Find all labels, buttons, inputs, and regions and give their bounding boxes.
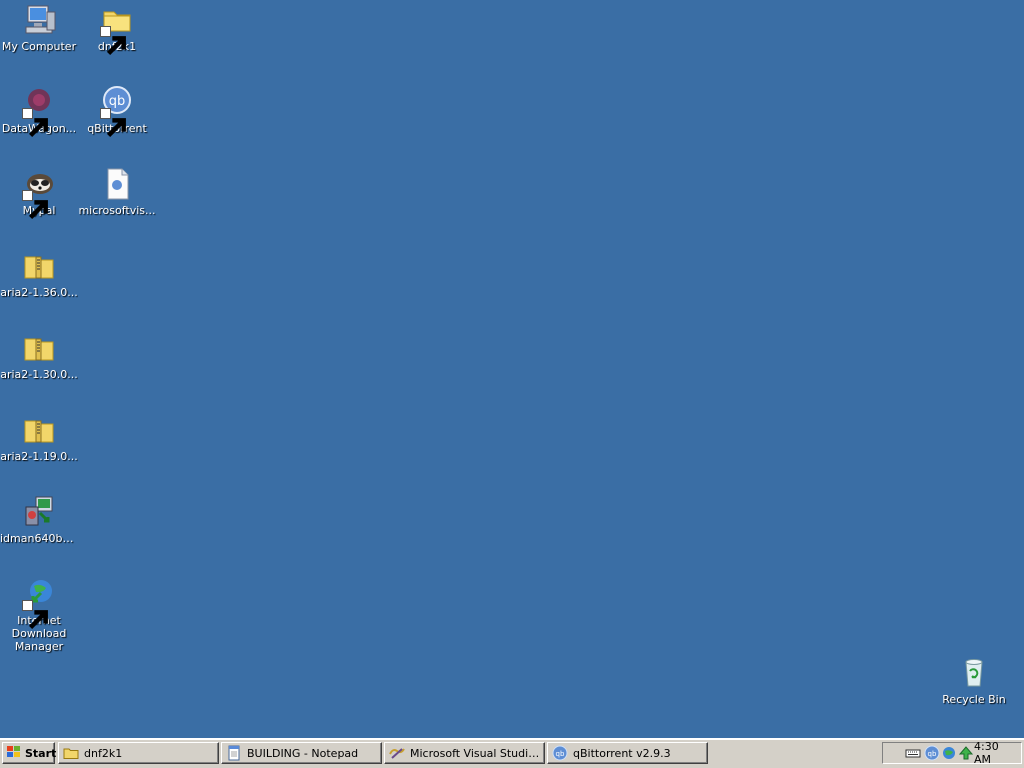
taskbar-button-label: dnf2k1 bbox=[84, 746, 123, 760]
taskbar-button-visual-studio[interactable]: Microsoft Visual Studio 6.... bbox=[384, 742, 545, 764]
zip-folder-icon bbox=[22, 413, 56, 447]
datawagon-icon bbox=[22, 85, 56, 138]
shortcut-arrow-icon bbox=[22, 190, 48, 220]
network-icon[interactable] bbox=[941, 745, 957, 761]
my-computer-icon bbox=[22, 3, 56, 37]
keyboard-icon[interactable] bbox=[905, 745, 921, 761]
network-activity-icon[interactable] bbox=[958, 745, 974, 761]
taskbar-button-label: BUILDING - Notepad bbox=[247, 746, 359, 760]
desktop-icon-aria2-1-19[interactable]: aria2-1.19.0... bbox=[0, 413, 78, 463]
taskbar-button-label: qBittorrent v2.9.3 bbox=[573, 746, 671, 760]
desktop-icon-label: aria2-1.30.0... bbox=[0, 368, 78, 381]
document-icon bbox=[100, 167, 134, 201]
desktop: My Computer dnf2k1 DataWagon... qb qBitt… bbox=[0, 0, 1024, 738]
shortcut-arrow-icon bbox=[100, 26, 126, 56]
start-label: Start bbox=[25, 746, 57, 760]
folder-icon bbox=[63, 745, 79, 761]
shortcut-arrow-icon bbox=[22, 108, 48, 138]
svg-text:qb: qb bbox=[109, 94, 126, 109]
qbittorrent-icon: qb bbox=[552, 745, 568, 761]
taskbar: Start dnf2k1 BUILDING - Notepad Microsof… bbox=[0, 738, 1024, 768]
shortcut-arrow-icon bbox=[22, 600, 48, 630]
folder-shortcut-icon bbox=[100, 3, 134, 56]
desktop-icon-label: idman640buil... bbox=[0, 532, 78, 545]
desktop-icon-label: aria2-1.36.0... bbox=[0, 286, 78, 299]
qbittorrent-icon: qb bbox=[100, 85, 134, 138]
desktop-icon-internet-download-manager[interactable]: Internet Download Manager bbox=[0, 577, 78, 653]
taskbar-button-notepad[interactable]: BUILDING - Notepad bbox=[221, 742, 382, 764]
taskbar-button-dnf2k1[interactable]: dnf2k1 bbox=[58, 742, 219, 764]
mypal-icon bbox=[22, 167, 56, 220]
system-tray: qb 4:30 AM bbox=[882, 740, 1022, 766]
desktop-icon-microsoftvis[interactable]: microsoftvis... bbox=[78, 167, 156, 217]
desktop-icon-dnf2k1[interactable]: dnf2k1 bbox=[78, 3, 156, 56]
svg-text:qb: qb bbox=[928, 750, 937, 758]
start-button[interactable]: Start bbox=[2, 742, 57, 764]
desktop-icon-idman-installer[interactable]: idman640buil... bbox=[0, 495, 78, 545]
desktop-icon-aria2-1-30[interactable]: aria2-1.30.0... bbox=[0, 331, 78, 381]
desktop-icon-mypal[interactable]: Mypal bbox=[0, 167, 78, 220]
recycle-bin-icon bbox=[957, 656, 991, 690]
zip-folder-icon bbox=[22, 331, 56, 365]
installer-icon bbox=[22, 495, 56, 529]
zip-folder-icon bbox=[22, 249, 56, 283]
idm-icon bbox=[22, 577, 56, 630]
desktop-icon-my-computer[interactable]: My Computer bbox=[0, 3, 78, 53]
taskbar-button-qbittorrent[interactable]: qb qBittorrent v2.9.3 bbox=[547, 742, 708, 764]
desktop-icon-aria2-1-36[interactable]: aria2-1.36.0... bbox=[0, 249, 78, 299]
qbittorrent-tray-icon[interactable]: qb bbox=[924, 745, 940, 761]
visual-studio-icon bbox=[389, 745, 405, 761]
desktop-icon-label: Recycle Bin bbox=[942, 693, 1006, 706]
desktop-icon-label: microsoftvis... bbox=[78, 204, 156, 217]
svg-text:qb: qb bbox=[556, 750, 565, 758]
clock[interactable]: 4:30 AM bbox=[974, 740, 1013, 766]
desktop-icon-qbittorrent[interactable]: qb qBittorrent bbox=[78, 85, 156, 138]
desktop-icon-recycle-bin[interactable]: Recycle Bin bbox=[935, 656, 1013, 706]
desktop-icon-label: aria2-1.19.0... bbox=[0, 450, 78, 463]
shortcut-arrow-icon bbox=[100, 108, 126, 138]
desktop-icon-label: My Computer bbox=[1, 40, 77, 53]
desktop-icon-datawagon[interactable]: DataWagon... bbox=[0, 85, 78, 138]
notepad-icon bbox=[226, 745, 242, 761]
taskbar-button-label: Microsoft Visual Studio 6.... bbox=[410, 746, 544, 760]
windows-logo-icon bbox=[6, 745, 25, 762]
